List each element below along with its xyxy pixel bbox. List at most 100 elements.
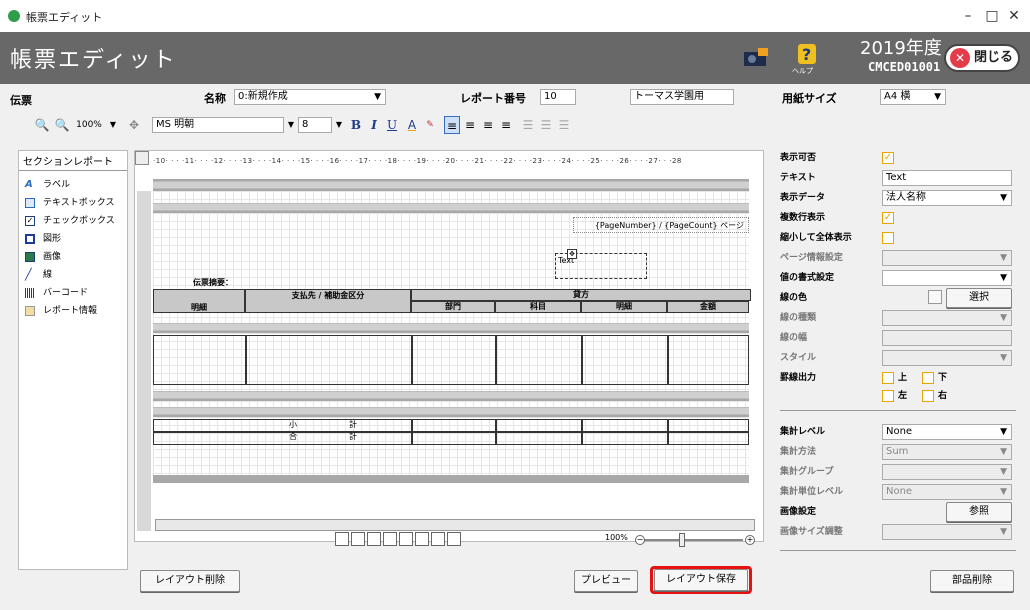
- svg-text:?: ?: [802, 45, 811, 64]
- list-icon[interactable]: ☰: [520, 116, 536, 134]
- window-close-button[interactable]: ✕: [1004, 6, 1024, 26]
- hand-icon[interactable]: [447, 532, 461, 546]
- bold-button[interactable]: B: [348, 116, 364, 134]
- page-number-text[interactable]: {PageNumber} / {PageCount} ページ: [573, 217, 749, 233]
- property-checkbox[interactable]: ✓: [882, 212, 894, 224]
- property-select[interactable]: ▼: [882, 310, 1012, 326]
- grid-icon[interactable]: [383, 532, 397, 546]
- font-size-select[interactable]: 8: [298, 117, 332, 133]
- property-select[interactable]: ▼: [882, 270, 1012, 286]
- camera-button[interactable]: [734, 38, 778, 78]
- horizontal-scrollbar[interactable]: [155, 519, 755, 531]
- minimize-button[interactable]: –: [958, 6, 978, 26]
- property-button[interactable]: 参照: [946, 502, 1012, 522]
- chevron-down-icon[interactable]: ▼: [286, 116, 296, 134]
- toolbox-shape[interactable]: 図形: [25, 231, 61, 247]
- band-report-header[interactable]: [153, 191, 749, 203]
- detail-row-border[interactable]: [153, 335, 749, 385]
- property-select[interactable]: 法人名称 ▼: [882, 190, 1012, 206]
- toolbox-barcode[interactable]: バーコード: [25, 285, 88, 301]
- band-footer[interactable]: 小 計 合 計: [153, 417, 749, 475]
- header-cell[interactable]: 科目: [495, 301, 581, 313]
- outdent-icon[interactable]: ☰: [556, 116, 572, 134]
- property-select[interactable]: ▼: [882, 524, 1012, 540]
- zoom-in-icon[interactable]: 🔍: [54, 116, 70, 134]
- header-cell[interactable]: 明細: [153, 289, 245, 313]
- property-select[interactable]: ▼: [882, 350, 1012, 366]
- border-right-checkbox[interactable]: [922, 390, 934, 402]
- toolbox-line[interactable]: ╱ 線: [25, 267, 52, 283]
- align-justify-icon[interactable]: ≡: [498, 116, 514, 134]
- align-right-icon[interactable]: ≡: [480, 116, 496, 134]
- italic-button[interactable]: I: [366, 116, 382, 134]
- toolbox-report-info[interactable]: レポート情報: [25, 303, 97, 319]
- ruler-toggle-icon[interactable]: [335, 532, 349, 546]
- section-separator[interactable]: [153, 391, 749, 399]
- name-select[interactable]: 0:新規作成 ▼: [234, 89, 386, 105]
- header-cell[interactable]: 貸方: [411, 289, 751, 301]
- view-double-icon[interactable]: [367, 532, 381, 546]
- font-select[interactable]: MS 明朝: [152, 117, 284, 133]
- snap-icon[interactable]: [399, 532, 413, 546]
- report-design-surface[interactable]: {PageNumber} / {PageCount} ページ Text ✥ 伝票…: [153, 179, 751, 483]
- property-select[interactable]: ▼: [882, 464, 1012, 480]
- toolbox-checkbox[interactable]: ✓ チェックボックス: [25, 213, 115, 229]
- zoom-out-icon[interactable]: −: [635, 535, 645, 545]
- header-cell[interactable]: 支払先 / 補助金区分: [245, 289, 411, 313]
- chevron-down-icon[interactable]: ▼: [108, 116, 118, 134]
- report-no-field[interactable]: 10: [540, 89, 576, 105]
- property-text-field[interactable]: [882, 330, 1012, 346]
- header-cell[interactable]: 金額: [667, 301, 749, 313]
- school-field[interactable]: トーマス学園用: [630, 89, 734, 105]
- zoom-level-select[interactable]: 100%: [74, 116, 104, 134]
- preview-button[interactable]: プレビュー: [574, 570, 638, 592]
- property-checkbox[interactable]: [882, 232, 894, 244]
- help-button[interactable]: ? ヘルプ: [786, 38, 830, 78]
- save-layout-button[interactable]: レイアウト保存: [654, 569, 748, 591]
- close-app-button[interactable]: ✕ 閉じる: [944, 44, 1020, 72]
- font-color-icon[interactable]: A: [404, 116, 420, 134]
- section-separator[interactable]: [153, 407, 749, 415]
- fit-icon[interactable]: [415, 532, 429, 546]
- property-select[interactable]: ▼: [882, 250, 1012, 266]
- border-bottom-checkbox[interactable]: [922, 372, 934, 384]
- underline-button[interactable]: U: [384, 116, 400, 134]
- toolbox-textbox[interactable]: テキストボックス: [25, 195, 114, 211]
- paper-size-select[interactable]: A4 横 ▼: [880, 89, 946, 105]
- section-separator[interactable]: [153, 181, 749, 189]
- move-handle-icon[interactable]: ✥: [567, 249, 577, 259]
- view-single-icon[interactable]: [351, 532, 365, 546]
- property-select[interactable]: Sum ▼: [882, 444, 1012, 460]
- align-center-icon[interactable]: ≡: [462, 116, 478, 134]
- border-top-checkbox[interactable]: [882, 372, 894, 384]
- zoom-out-icon[interactable]: 🔍: [34, 116, 50, 134]
- indent-icon[interactable]: ☰: [538, 116, 554, 134]
- zoom-slider[interactable]: − +: [635, 533, 755, 547]
- section-separator[interactable]: [153, 323, 749, 331]
- color-swatch[interactable]: [928, 290, 942, 304]
- delete-layout-button[interactable]: レイアウト削除: [140, 570, 240, 592]
- design-canvas[interactable]: ·10· · · ·11· · · ·12· · · ·13· · · ·14·…: [134, 150, 764, 547]
- property-select[interactable]: None ▼: [882, 424, 1012, 440]
- property-checkbox[interactable]: ✓: [882, 152, 894, 164]
- border-left-checkbox[interactable]: [882, 390, 894, 402]
- section-separator[interactable]: [153, 203, 749, 211]
- toolbox-image[interactable]: 画像: [25, 249, 61, 265]
- band-detail[interactable]: [153, 333, 749, 391]
- property-select[interactable]: None ▼: [882, 484, 1012, 500]
- property-button[interactable]: 選択: [946, 288, 1012, 308]
- header-cell[interactable]: 部門: [411, 301, 495, 313]
- header-cell[interactable]: 明細: [581, 301, 667, 313]
- toolbox-label[interactable]: A ラベル: [25, 177, 70, 193]
- zoom-in-icon[interactable]: +: [745, 535, 755, 545]
- maximize-button[interactable]: □: [982, 6, 1002, 26]
- spellcheck-icon[interactable]: ✎: [422, 116, 438, 134]
- pointer-icon[interactable]: [431, 532, 445, 546]
- band-page-header[interactable]: {PageNumber} / {PageCount} ページ Text ✥ 伝票…: [153, 213, 751, 323]
- zoom-thumb[interactable]: [679, 533, 685, 547]
- align-left-icon[interactable]: ≡: [444, 116, 460, 134]
- property-text-field[interactable]: Text: [882, 170, 1012, 186]
- delete-part-button[interactable]: 部品削除: [930, 570, 1014, 592]
- chevron-down-icon[interactable]: ▼: [334, 116, 344, 134]
- move-icon[interactable]: ✥: [126, 116, 142, 134]
